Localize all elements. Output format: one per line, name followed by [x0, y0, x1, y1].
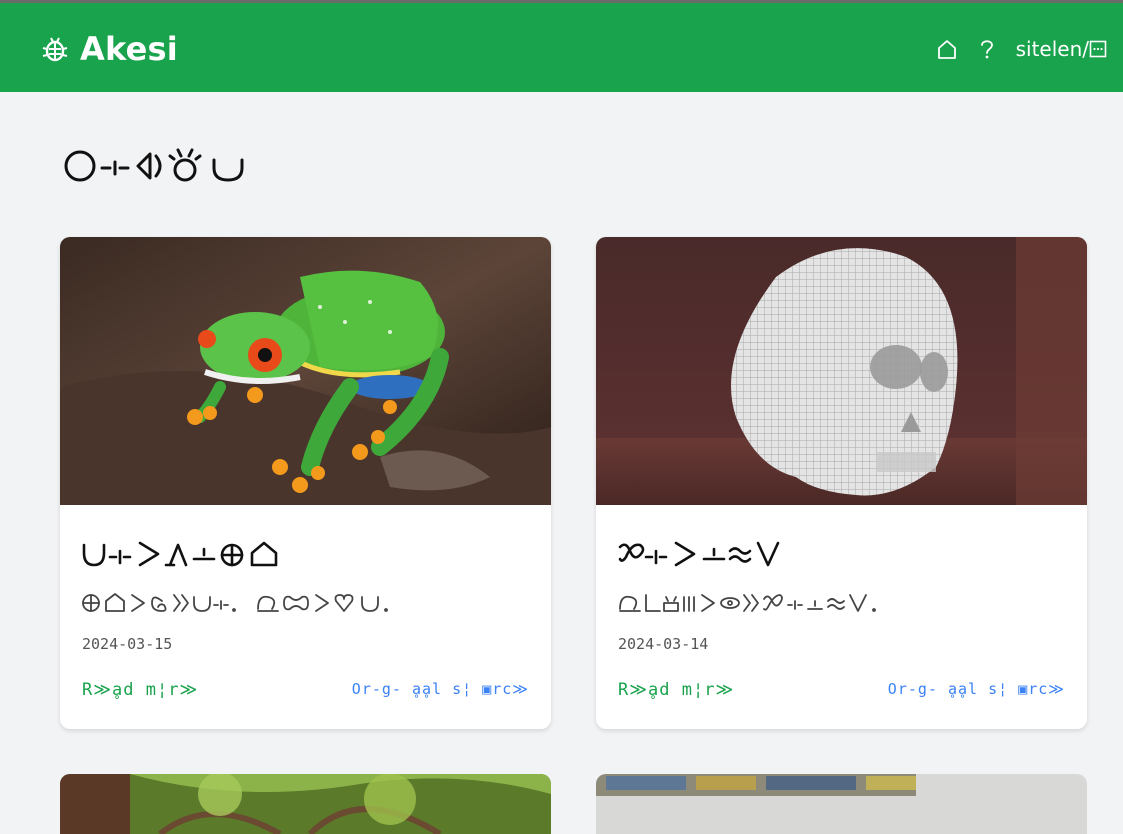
card-description-glyphs [619, 594, 876, 612]
help-link[interactable] [976, 38, 998, 60]
card-image-skull[interactable] [596, 237, 1087, 505]
card-title-glyphs [82, 541, 278, 567]
card-image-painting[interactable] [596, 774, 1087, 834]
card-image-trees[interactable] [60, 774, 551, 834]
read-more-link[interactable]: R≫ḁd m¦r≫ [82, 680, 198, 700]
page-title-glyphs [64, 148, 244, 182]
card-body: 2024-03-15 R≫ḁd m¦r≫ Or-g- ḁḁl s¦ ▣rc≫ [60, 505, 551, 729]
card-description [82, 589, 392, 617]
card-title[interactable] [618, 537, 798, 571]
login-box-icon [1089, 40, 1107, 58]
original-source-link[interactable]: Or-g- ḁḁl s¦ ▣rc≫ [352, 680, 529, 698]
navbar: Akesi sitelen/ [0, 3, 1123, 92]
post-card[interactable]: 2024-03-15 R≫ḁd m¦r≫ Or-g- ḁḁl s¦ ▣rc≫ [60, 237, 551, 729]
home-link[interactable] [936, 38, 958, 60]
login-link[interactable]: sitelen/ [1016, 36, 1107, 62]
brand[interactable]: Akesi [40, 29, 178, 69]
login-text: sitelen/ [1015, 37, 1089, 61]
original-source-link[interactable]: Or-g- ḁḁl s¦ ▣rc≫ [888, 680, 1065, 698]
card-date: 2024-03-15 [82, 635, 173, 653]
card-title[interactable] [82, 537, 292, 571]
card-date: 2024-03-14 [618, 635, 709, 653]
post-card[interactable]: 2024-03-14 R≫ḁd m¦r≫ Or-g- ḁḁl s¦ ▣rc≫ [596, 237, 1087, 729]
question-icon [980, 40, 993, 59]
home-icon [937, 40, 956, 59]
nav-links: sitelen/ [936, 36, 1107, 62]
beetle-icon [42, 37, 68, 62]
card-title-glyphs [618, 541, 780, 567]
card-description [618, 589, 908, 617]
page-title [60, 146, 280, 186]
card-description-glyphs [82, 593, 388, 612]
card-image-frog[interactable] [60, 237, 551, 505]
read-more-link[interactable]: R≫ḁd m¦r≫ [618, 680, 734, 700]
card-body: 2024-03-14 R≫ḁd m¦r≫ Or-g- ḁḁl s¦ ▣rc≫ [596, 505, 1087, 729]
brand-name: Akesi [80, 30, 178, 68]
